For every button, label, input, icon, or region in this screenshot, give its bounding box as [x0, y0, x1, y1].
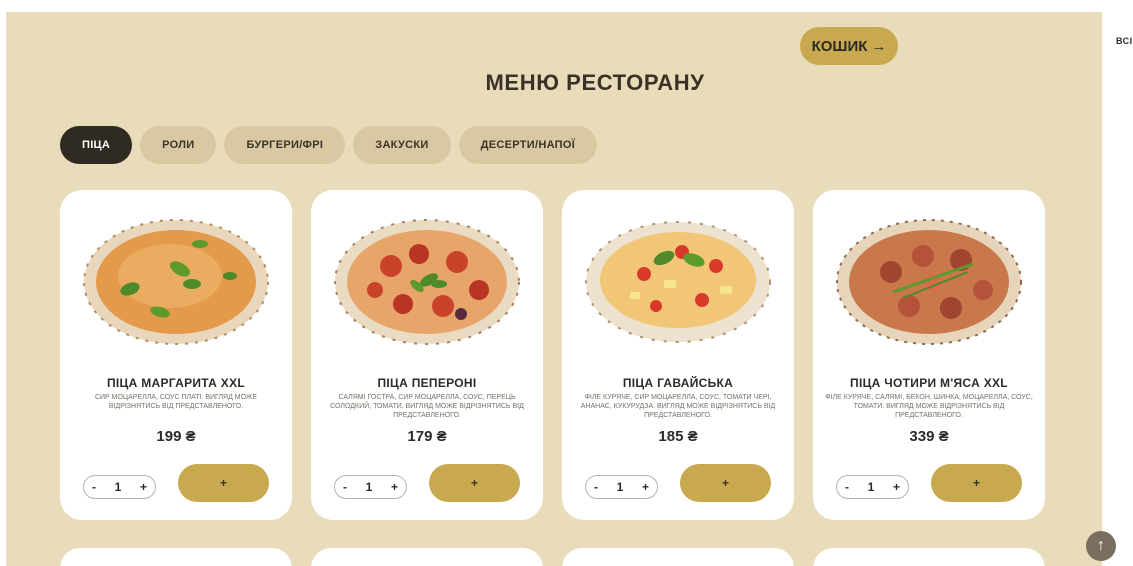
tab-desserts[interactable]: ДЕСЕРТИ/НАПОЇ — [458, 126, 598, 164]
pizza-hawaiian-image — [585, 221, 771, 343]
pizza-pepperoni-image — [334, 219, 520, 345]
quantity-stepper: - 1 + — [334, 475, 407, 499]
product-card — [311, 548, 543, 566]
quantity-stepper: - 1 + — [585, 475, 658, 499]
qty-decrease-button[interactable]: - — [92, 480, 96, 494]
qty-increase-button[interactable]: + — [391, 480, 398, 494]
pizza-four-meats-image — [836, 219, 1022, 345]
qty-value: 1 — [114, 480, 122, 494]
quantity-stepper: - 1 + — [83, 475, 156, 499]
product-name: ПІЦА ГАВАЙСЬКА — [622, 376, 734, 390]
product-description: СИР МОЦАРЕЛЛА, СОУС ПЛАТІ. ВИГЛЯД МОЖЕ В… — [94, 394, 258, 410]
product-description: ФІЛЕ КУРЯЧЕ, СИР МОЦАРЕЛЛА, СОУС, ТОМАТИ… — [580, 394, 776, 419]
product-card: ПІЦА ГАВАЙСЬКА ФІЛЕ КУРЯЧЕ, СИР МОЦАРЕЛЛ… — [562, 190, 794, 520]
add-to-cart-button[interactable]: + — [429, 464, 520, 502]
product-card — [60, 548, 292, 566]
qty-decrease-button[interactable]: - — [343, 480, 347, 494]
tab-rolls[interactable]: РОЛИ — [140, 126, 217, 164]
product-description: ФІЛЕ КУРЯЧЕ, САЛЯМІ, БЕКОН, ШИНКА, МОЦАР… — [825, 394, 1033, 419]
qty-value: 1 — [867, 480, 875, 494]
product-price: 199 ₴ — [156, 428, 196, 445]
qty-increase-button[interactable]: + — [893, 480, 900, 494]
tab-pizza[interactable]: ПІЦА — [60, 126, 133, 164]
category-tabs: ПІЦА РОЛИ БУРГЕРИ/ФРІ ЗАКУСКИ ДЕСЕРТИ/НА… — [60, 126, 598, 164]
qty-decrease-button[interactable]: - — [845, 480, 849, 494]
product-card — [562, 548, 794, 566]
add-to-cart-button[interactable]: + — [178, 464, 269, 502]
scroll-to-top-button[interactable]: ↑ — [1086, 531, 1116, 561]
product-description: САЛЯМІ ГОСТРА, СИР МОЦАРЕЛЛА, СОУС, ПЕРЕ… — [330, 394, 524, 419]
product-card: ПІЦА ЧОТИРИ М'ЯСА XXL ФІЛЕ КУРЯЧЕ, САЛЯМ… — [813, 190, 1045, 520]
qty-value: 1 — [365, 480, 373, 494]
product-name: ПІЦА ПЕПЕРОНІ — [377, 376, 477, 390]
page-title: МЕНЮ РЕСТОРАНУ — [485, 70, 705, 95]
product-card — [813, 548, 1045, 566]
qty-increase-button[interactable]: + — [140, 480, 147, 494]
cart-label: КОШИК — [811, 37, 868, 55]
pizza-margherita-image — [83, 219, 269, 345]
tab-burgers[interactable]: БУРГЕРИ/ФРІ — [224, 126, 346, 164]
add-to-cart-button[interactable]: + — [680, 464, 771, 502]
product-name: ПІЦА ЧОТИРИ М'ЯСА XXL — [850, 376, 1008, 390]
qty-decrease-button[interactable]: - — [594, 480, 598, 494]
product-price: 339 ₴ — [909, 428, 949, 445]
arrow-up-icon: ↑ — [1097, 537, 1105, 554]
side-label: ВСІ — [1116, 36, 1133, 46]
product-price: 185 ₴ — [658, 428, 698, 445]
arrow-right-icon: → — [871, 37, 887, 55]
tab-snacks[interactable]: ЗАКУСКИ — [353, 126, 451, 164]
product-price: 179 ₴ — [407, 428, 447, 445]
product-card: ПІЦА ПЕПЕРОНІ САЛЯМІ ГОСТРА, СИР МОЦАРЕЛ… — [311, 190, 543, 520]
product-card: ПІЦА МАРГАРИТА XXL СИР МОЦАРЕЛЛА, СОУС П… — [60, 190, 292, 520]
qty-increase-button[interactable]: + — [642, 480, 649, 494]
product-name: ПІЦА МАРГАРИТА XXL — [106, 376, 246, 390]
cart-button[interactable]: КОШИК → — [800, 27, 898, 65]
qty-value: 1 — [616, 480, 624, 494]
quantity-stepper: - 1 + — [836, 475, 909, 499]
add-to-cart-button[interactable]: + — [931, 464, 1022, 502]
